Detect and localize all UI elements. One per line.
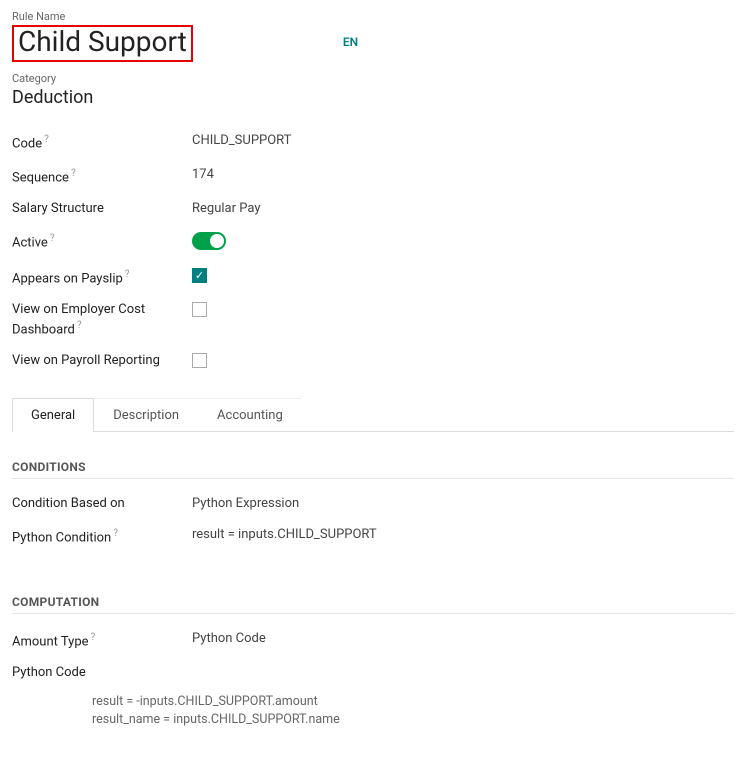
- help-icon[interactable]: ?: [71, 168, 76, 179]
- condition-based-on-label: Condition Based on: [12, 496, 192, 513]
- tab-general[interactable]: General: [12, 398, 94, 432]
- amount-type-label: Amount Type?: [12, 631, 192, 651]
- view-payroll-reporting-checkbox[interactable]: [192, 353, 207, 368]
- help-icon[interactable]: ?: [125, 269, 130, 280]
- python-condition-value[interactable]: result = inputs.CHILD_SUPPORT: [192, 527, 377, 542]
- salary-structure-value[interactable]: Regular Pay: [192, 201, 261, 216]
- help-icon[interactable]: ?: [44, 134, 49, 145]
- tab-accounting[interactable]: Accounting: [198, 398, 302, 432]
- help-icon[interactable]: ?: [50, 233, 55, 244]
- appears-on-payslip-label: Appears on Payslip?: [12, 268, 192, 288]
- condition-based-on-value[interactable]: Python Expression: [192, 496, 299, 511]
- category-value[interactable]: Deduction: [12, 87, 734, 108]
- active-label: Active?: [12, 232, 192, 252]
- help-icon[interactable]: ?: [113, 528, 118, 539]
- language-badge[interactable]: EN: [343, 35, 358, 49]
- conditions-section-title: CONDITIONS: [12, 460, 734, 479]
- view-payroll-reporting-label: View on Payroll Reporting: [12, 353, 192, 370]
- sequence-value[interactable]: 174: [192, 167, 214, 182]
- view-employer-cost-checkbox[interactable]: [192, 302, 207, 317]
- category-label: Category: [12, 72, 734, 85]
- help-icon[interactable]: ?: [77, 320, 82, 331]
- tab-description[interactable]: Description: [94, 398, 198, 432]
- tabs: General Description Accounting: [12, 397, 734, 432]
- amount-type-value[interactable]: Python Code: [192, 631, 266, 646]
- code-value[interactable]: CHILD_SUPPORT: [192, 133, 291, 148]
- rule-name-highlight: Child Support: [12, 25, 193, 62]
- view-employer-cost-label: View on Employer Cost Dashboard?: [12, 302, 192, 339]
- appears-on-payslip-checkbox[interactable]: ✓: [192, 268, 207, 283]
- sequence-label: Sequence?: [12, 167, 192, 187]
- code-label: Code?: [12, 133, 192, 153]
- salary-structure-label: Salary Structure: [12, 201, 192, 218]
- python-code-label: Python Code: [12, 665, 156, 682]
- rule-name-label: Rule Name: [12, 10, 734, 23]
- python-condition-label: Python Condition?: [12, 527, 192, 547]
- computation-section-title: COMPUTATION: [12, 595, 734, 614]
- rule-name-value[interactable]: Child Support: [18, 25, 187, 58]
- python-code-value[interactable]: result = -inputs.CHILD_SUPPORT.amount re…: [92, 693, 734, 729]
- active-toggle[interactable]: [192, 232, 226, 250]
- help-icon[interactable]: ?: [91, 632, 96, 643]
